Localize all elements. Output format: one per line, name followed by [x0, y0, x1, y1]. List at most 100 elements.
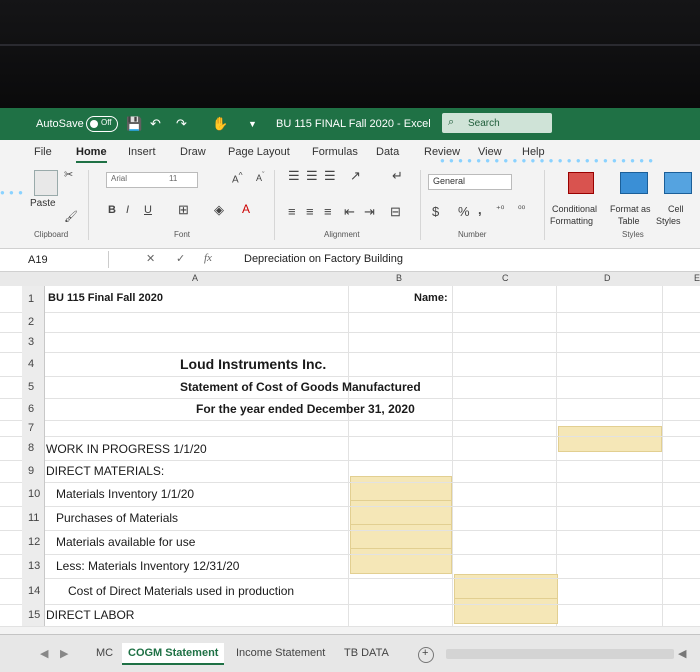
align-left-icon[interactable]: ≡ [288, 204, 296, 219]
undo-icon[interactable]: ↶ [150, 116, 161, 132]
decrease-indent-icon[interactable]: ⇤ [344, 204, 355, 220]
cell-styles-label-1[interactable]: Cell [668, 204, 684, 214]
number-format-select[interactable]: General [428, 174, 512, 190]
formula-content[interactable]: Depreciation on Factory Building [244, 253, 403, 265]
format-painter-icon[interactable]: 🖌 [64, 210, 78, 223]
column-header-e[interactable]: E [694, 273, 700, 283]
cell-a8[interactable]: WORK IN PROGRESS 1/1/20 [46, 442, 207, 456]
column-header-a[interactable]: A [192, 273, 198, 283]
percent-button[interactable]: % [458, 204, 470, 219]
decrease-decimal-icon[interactable]: ⁰⁰ [518, 204, 525, 215]
wrap-text-icon[interactable]: ↵ [392, 168, 403, 184]
row-header[interactable]: 12 [22, 530, 45, 554]
column-header-d[interactable]: D [604, 273, 611, 283]
row-header[interactable]: 14 [22, 578, 45, 604]
align-center-icon[interactable]: ≡ [306, 204, 314, 219]
bold-button[interactable]: B [108, 204, 116, 216]
row-header[interactable]: 5 [22, 376, 45, 398]
cut-icon[interactable]: ✂ [64, 168, 73, 181]
tab-page-layout[interactable]: Page Layout [228, 146, 290, 158]
redo-icon[interactable]: ↷ [176, 116, 187, 132]
decrease-font-size-icon[interactable]: Aˇ [256, 170, 265, 183]
sheet-tab-mc[interactable]: MC [92, 643, 120, 663]
tab-file[interactable]: File [34, 146, 52, 158]
sheet-tab-cogm-statement[interactable]: COGM Statement [122, 643, 224, 665]
row-header[interactable]: 3 [22, 332, 45, 352]
save-icon[interactable]: 💾 [126, 116, 142, 132]
column-header-b[interactable]: B [396, 273, 402, 283]
enter-icon[interactable]: ✓ [176, 252, 185, 265]
cell-a15[interactable]: DIRECT LABOR [46, 608, 134, 622]
orientation-icon[interactable]: ↗ [350, 168, 361, 184]
increase-font-size-icon[interactable]: A^ [232, 170, 243, 185]
underline-button[interactable]: U [144, 204, 152, 216]
cell-a5[interactable]: Statement of Cost of Goods Manufactured [180, 380, 421, 394]
tab-scroll-left-icon[interactable]: ◀ [40, 647, 48, 660]
cell-styles-icon[interactable] [664, 172, 692, 194]
search-box[interactable]: ⌕ Search [442, 113, 552, 133]
sheet-tab-tb-data[interactable]: TB DATA [340, 643, 396, 663]
tab-scroll-right-icon[interactable]: ▶ [60, 647, 68, 660]
row-header[interactable]: 4 [22, 352, 45, 376]
tab-home[interactable]: Home [76, 146, 107, 163]
row-header[interactable]: 15 [22, 604, 45, 626]
format-as-table-icon[interactable] [620, 172, 648, 194]
align-right-icon[interactable]: ≡ [324, 204, 332, 219]
increase-indent-icon[interactable]: ⇥ [364, 204, 375, 220]
row-header[interactable]: 6 [22, 398, 45, 420]
borders-icon[interactable]: ⊞ [178, 202, 189, 218]
cell-b1[interactable]: Name: [414, 292, 448, 304]
increase-decimal-icon[interactable]: ⁺⁰ [496, 204, 504, 215]
cell-a1[interactable]: BU 115 Final Fall 2020 [48, 292, 163, 304]
cell-a4[interactable]: Loud Instruments Inc. [180, 356, 326, 372]
cell-a11[interactable]: Purchases of Materials [56, 511, 178, 525]
cell-a10[interactable]: Materials Inventory 1/1/20 [56, 487, 194, 501]
cell-a12[interactable]: Materials available for use [56, 535, 195, 549]
add-sheet-button[interactable]: + [418, 647, 434, 663]
align-top-icon[interactable]: ☰ [288, 168, 300, 184]
row-header[interactable]: 1 [22, 286, 45, 312]
row-header[interactable]: 11 [22, 506, 45, 530]
format-as-table-label-2[interactable]: Table [618, 216, 640, 226]
tab-draw[interactable]: Draw [180, 146, 206, 158]
row-header[interactable]: 7 [22, 420, 45, 436]
merge-center-icon[interactable]: ⊟ [390, 204, 401, 220]
italic-button[interactable]: I [126, 204, 129, 216]
column-header-c[interactable]: C [502, 273, 509, 283]
insert-function-icon[interactable]: fx [204, 252, 212, 264]
cell-a9[interactable]: DIRECT MATERIALS: [46, 464, 164, 478]
paste-icon[interactable] [34, 170, 58, 196]
customize-toolbar-icon[interactable]: ▼ [248, 119, 257, 129]
cell-styles-label-2[interactable]: Styles [656, 216, 681, 226]
cancel-icon[interactable]: ✕ [146, 252, 155, 265]
align-middle-icon[interactable]: ☰ [306, 168, 318, 184]
row-header[interactable]: 8 [22, 436, 45, 460]
name-box[interactable]: A19 [20, 251, 109, 268]
comma-style-button[interactable]: , [478, 202, 482, 217]
align-bottom-icon[interactable]: ☰ [324, 168, 336, 184]
tab-formulas[interactable]: Formulas [312, 146, 358, 158]
tab-insert[interactable]: Insert [128, 146, 156, 158]
cell-a6[interactable]: For the year ended December 31, 2020 [196, 402, 415, 416]
cell-a14[interactable]: Cost of Direct Materials used in product… [68, 584, 294, 598]
horizontal-scrollbar[interactable] [446, 649, 674, 659]
format-as-table-label-1[interactable]: Format as [610, 204, 651, 214]
conditional-formatting-label-1[interactable]: Conditional [552, 204, 597, 214]
conditional-formatting-icon[interactable] [568, 172, 594, 194]
conditional-formatting-label-2[interactable]: Formatting [550, 216, 593, 226]
row-header[interactable]: 10 [22, 482, 45, 506]
row-header[interactable]: 13 [22, 554, 45, 578]
cell-a13[interactable]: Less: Materials Inventory 12/31/20 [56, 559, 239, 573]
currency-button[interactable]: $ [432, 204, 439, 219]
font-color-icon[interactable]: A [242, 202, 250, 216]
font-name-select[interactable]: Arial 11 [106, 172, 198, 188]
paste-button[interactable]: Paste [30, 198, 56, 209]
row-header[interactable]: 9 [22, 460, 45, 482]
fill-color-icon[interactable]: ◈ [214, 202, 224, 218]
scroll-left-icon[interactable]: ◀ [678, 647, 686, 660]
touch-mode-icon[interactable]: ✋ [212, 116, 228, 132]
sheet-tab-income-statement[interactable]: Income Statement [230, 643, 334, 663]
tab-data[interactable]: Data [376, 146, 399, 158]
worksheet-grid[interactable]: 1 BU 115 Final Fall 2020 Name: 2 3 4 Lou… [0, 286, 700, 627]
row-header[interactable]: 2 [22, 312, 45, 332]
